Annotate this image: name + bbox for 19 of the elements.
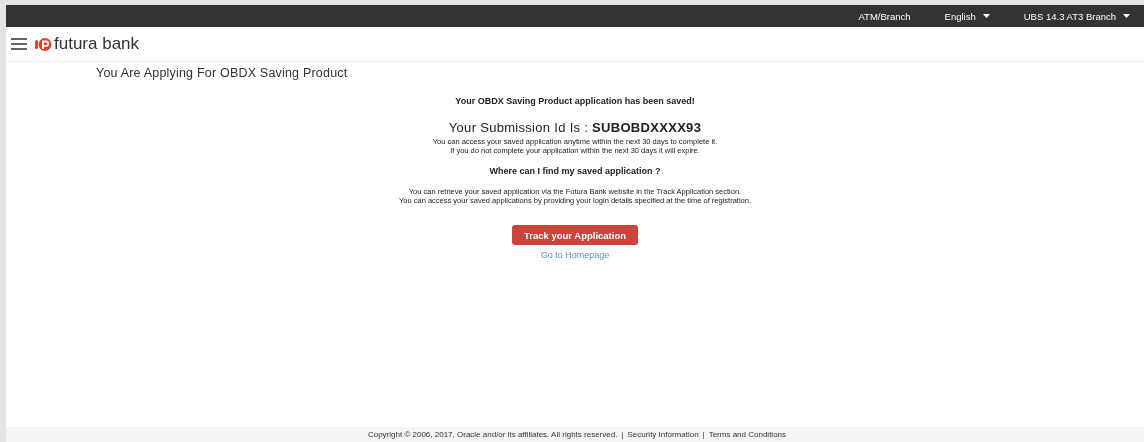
caret-icon (982, 14, 990, 18)
menu-icon[interactable] (11, 38, 27, 50)
separator: | (621, 430, 624, 439)
footer-link[interactable]: Terms and Conditions (708, 430, 787, 439)
saved-message: Your OBDX Saving Product application has been saved! (455, 96, 695, 106)
submission-id: Your Submission Id Is : SUBOBDXXXX93 (448, 120, 702, 135)
caret-icon (1123, 14, 1130, 18)
copyright-text: Copyright © 2006, 2017, Oracle and/or its affiliates. All rights reserved. (367, 430, 618, 439)
page-title: You Are Applying For OBDX Saving Product (95, 65, 349, 80)
homepage-link[interactable]: Go to Homepage (540, 250, 610, 260)
question-heading: Where can I find my saved application ? (489, 166, 661, 176)
logo-icon (35, 36, 52, 52)
track-application-button[interactable]: Track your Application (511, 225, 639, 245)
footer-link[interactable]: Security Information (627, 430, 699, 439)
top-bar-menu[interactable]: English (944, 10, 990, 22)
brand-name: futura bank (54, 34, 140, 54)
top-bar-menu[interactable]: UBS 14.3 AT3 Branch (1023, 10, 1130, 22)
top-bar-menu[interactable]: ATM/Branch (858, 10, 911, 22)
separator: | (702, 430, 705, 439)
